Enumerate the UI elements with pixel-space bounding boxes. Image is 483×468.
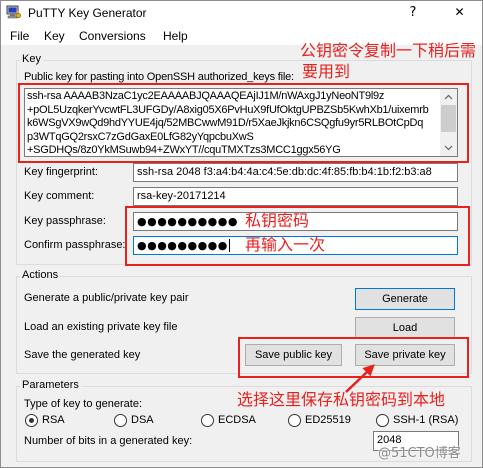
key-type-ssh1-rsa-radio[interactable]: SSH-1 (RSA) <box>376 414 459 427</box>
puttygen-app-icon <box>6 5 21 19</box>
radio-circle <box>288 414 301 427</box>
public-key-label: Public key for pasting into OpenSSH auth… <box>24 71 294 83</box>
load-description: Load an existing private key file <box>24 321 178 333</box>
key-bits-label: Number of bits in a generated key: <box>24 435 193 447</box>
public-key-line: +SGDHQs/8z0YkMSuwb94+ZWxYT//cquTMXTzs3MC… <box>27 144 341 156</box>
radio-label: SSH-1 (RSA) <box>393 414 459 426</box>
text-cursor <box>228 239 230 252</box>
save-description: Save the generated key <box>24 349 141 361</box>
generate-description: Generate a public/private key pair <box>24 292 189 304</box>
confirm-passphrase-label: Confirm passphrase: <box>24 239 126 251</box>
public-key-line: ssh-rsa AAAAB3NzaC1yc2EAAAABJQAAAQEAjIJ1… <box>27 90 385 102</box>
save-public-key-button[interactable]: Save public key <box>245 344 342 366</box>
confirm-passphrase-field[interactable]: ●●●●●●●●● <box>133 236 458 255</box>
menu-conversions[interactable]: Conversions <box>79 29 146 43</box>
menu-file[interactable]: File <box>10 29 29 43</box>
radio-circle <box>376 414 389 427</box>
public-key-line: +pOL5UzqkerYvcwtFL3UFGDy/A8xig05X6PvHuX9… <box>27 103 429 116</box>
passphrase-field[interactable]: ●●●●●●●●●● <box>133 212 458 231</box>
public-key-line: k6WSgVX9wQd9hdYYUE4jq/52MBCwwM91D/r5XaeJ… <box>27 117 424 129</box>
public-key-text: ssh-rsa AAAAB3NzaC1yc2EAAAABJQAAAQEAjIJ1… <box>27 90 439 156</box>
passphrase-label: Key passphrase: <box>24 215 106 227</box>
scroll-up-arrow-icon[interactable] <box>440 89 457 105</box>
window-title: PuTTY Key Generator <box>28 6 147 20</box>
close-button[interactable]: ✕ <box>436 0 483 25</box>
public-key-line: p3WTqGQ2rsxC7zGdGaxE0LfG82yYqpcbuXwS <box>27 130 254 143</box>
public-key-scrollbar[interactable] <box>440 89 457 156</box>
fingerprint-field[interactable]: ssh-rsa 2048 f3:a4:b4:4a:c4:5e:db:dc:4f:… <box>133 163 458 182</box>
comment-label: Key comment: <box>24 190 95 202</box>
scroll-down-arrow-icon[interactable] <box>440 140 457 156</box>
key-type-ecdsa-radio[interactable]: ECDSA <box>201 414 256 427</box>
menu-bar: File Key Conversions Help <box>0 25 483 45</box>
confirm-passphrase-mask: ●●●●●●●●● <box>137 239 228 252</box>
key-type-rsa-radio[interactable]: RSA <box>25 414 67 427</box>
key-bits-field[interactable]: 2048 <box>373 431 459 451</box>
radio-label: RSA <box>42 414 65 426</box>
menu-help[interactable]: Help <box>163 29 188 43</box>
public-key-textarea[interactable]: ssh-rsa AAAAB3NzaC1yc2EAAAABJQAAAQEAjIJ1… <box>24 88 458 157</box>
key-type-label: Type of key to generate: <box>24 398 143 410</box>
key-type-ed25519-radio[interactable]: ED25519 <box>288 414 351 427</box>
fingerprint-label: Key fingerprint: <box>24 166 98 178</box>
radio-circle <box>201 414 214 427</box>
radio-circle <box>25 414 38 427</box>
key-type-dsa-radio[interactable]: DSA <box>114 414 156 427</box>
title-bar[interactable]: PuTTY Key Generator ? ✕ <box>0 0 483 25</box>
scroll-thumb[interactable] <box>441 105 456 132</box>
key-group-label: Key <box>20 53 43 66</box>
load-button[interactable]: Load <box>355 317 455 339</box>
menu-key[interactable]: Key <box>44 29 65 43</box>
comment-field[interactable]: rsa-key-20171214 <box>133 187 458 206</box>
radio-circle <box>114 414 127 427</box>
passphrase-mask: ●●●●●●●●●● <box>137 215 238 228</box>
radio-label: DSA <box>131 414 154 426</box>
generate-button[interactable]: Generate <box>355 288 455 310</box>
radio-label: ED25519 <box>305 414 351 426</box>
radio-label: ECDSA <box>218 414 256 426</box>
save-private-key-button[interactable]: Save private key <box>355 344 455 366</box>
actions-group-label: Actions <box>20 269 61 282</box>
parameters-group-label: Parameters <box>20 379 81 392</box>
help-button[interactable]: ? <box>390 0 436 25</box>
